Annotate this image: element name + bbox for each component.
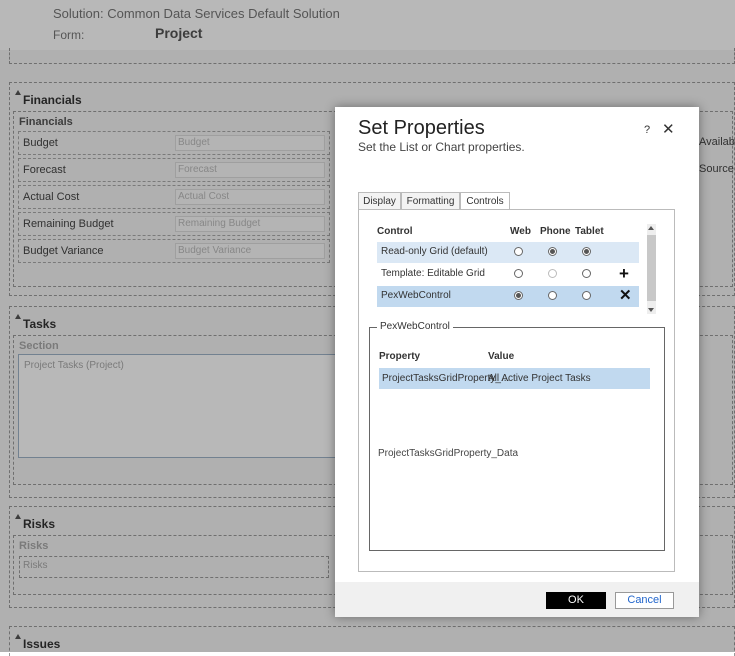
cancel-button[interactable]: Cancel bbox=[615, 592, 674, 609]
remove-icon[interactable]: ✕ bbox=[619, 286, 632, 306]
scroll-up-icon[interactable] bbox=[648, 226, 654, 230]
col-header-phone: Phone bbox=[540, 226, 571, 237]
control-row[interactable]: Read-only Grid (default) bbox=[377, 242, 639, 263]
col-header-control: Control bbox=[377, 226, 413, 237]
property-description: ProjectTasksGridProperty_Data bbox=[378, 448, 519, 459]
radio-phone[interactable] bbox=[548, 291, 557, 300]
property-value: All Active Project Tasks bbox=[488, 373, 591, 384]
col-header-property: Property bbox=[379, 351, 421, 362]
control-name: Template: Editable Grid bbox=[381, 268, 485, 279]
close-icon[interactable]: ✕ bbox=[662, 120, 675, 138]
col-header-web: Web bbox=[510, 226, 531, 237]
property-group-legend: PexWebControl bbox=[377, 321, 453, 332]
dialog-footer: OK Cancel bbox=[335, 582, 699, 617]
tab-display[interactable]: Display bbox=[358, 192, 401, 209]
tab-controls[interactable]: Controls bbox=[460, 192, 510, 210]
dialog-title: Set Properties bbox=[358, 117, 485, 139]
property-group: PexWebControl Property Value ProjectTask… bbox=[369, 321, 665, 551]
col-header-value: Value bbox=[488, 351, 515, 362]
ok-button[interactable]: OK bbox=[546, 592, 606, 609]
radio-tablet[interactable] bbox=[582, 269, 591, 278]
control-row[interactable]: Template: Editable Grid + bbox=[377, 264, 639, 285]
dialog-subtitle: Set the List or Chart properties. bbox=[358, 140, 525, 154]
control-row[interactable]: PexWebControl ✕ bbox=[377, 286, 639, 307]
radio-phone[interactable] bbox=[548, 247, 557, 256]
col-header-tablet: Tablet bbox=[575, 226, 604, 237]
scroll-down-icon[interactable] bbox=[648, 308, 654, 312]
control-name: PexWebControl bbox=[381, 290, 451, 301]
controls-panel: Control Web Phone Tablet Read-only Grid … bbox=[358, 209, 675, 572]
scroll-thumb[interactable] bbox=[647, 235, 656, 301]
control-name: Read-only Grid (default) bbox=[381, 246, 488, 257]
add-icon[interactable]: + bbox=[619, 264, 629, 284]
tab-formatting[interactable]: Formatting bbox=[401, 192, 460, 209]
radio-phone bbox=[548, 269, 557, 278]
property-row[interactable]: ProjectTasksGridProperty_... All Active … bbox=[379, 368, 650, 389]
radio-web[interactable] bbox=[514, 291, 523, 300]
set-properties-dialog: Set Properties Set the List or Chart pro… bbox=[335, 107, 699, 617]
controls-scrollbar[interactable] bbox=[647, 224, 656, 314]
radio-web[interactable] bbox=[514, 269, 523, 278]
radio-web[interactable] bbox=[514, 247, 523, 256]
radio-tablet[interactable] bbox=[582, 247, 591, 256]
radio-tablet[interactable] bbox=[582, 291, 591, 300]
help-icon[interactable]: ? bbox=[644, 124, 650, 136]
